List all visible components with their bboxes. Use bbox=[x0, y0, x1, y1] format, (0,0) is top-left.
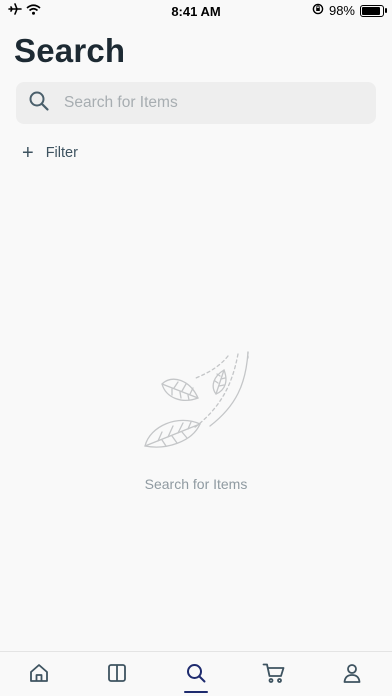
user-icon bbox=[341, 662, 363, 689]
cart-icon bbox=[262, 662, 286, 689]
tab-search[interactable] bbox=[183, 662, 209, 688]
page-title: Search bbox=[14, 32, 126, 69]
search-icon bbox=[16, 90, 50, 117]
search-icon bbox=[185, 662, 207, 689]
active-tab-indicator bbox=[184, 691, 208, 693]
status-bar: 8:41 AM 98% bbox=[0, 0, 392, 22]
search-bar[interactable] bbox=[16, 82, 376, 124]
battery-icon bbox=[360, 4, 387, 17]
battery-fill bbox=[362, 6, 380, 15]
tab-browse[interactable] bbox=[104, 662, 130, 688]
tab-bar bbox=[0, 651, 392, 696]
filter-label: Filter bbox=[45, 145, 78, 161]
filter-button[interactable]: + Filter bbox=[22, 142, 78, 164]
tab-cart[interactable] bbox=[261, 662, 287, 688]
falling-leaves-icon bbox=[140, 346, 255, 461]
status-bar-right: 98% bbox=[312, 3, 387, 18]
search-screen: 8:41 AM 98% Search + Filter bbox=[0, 0, 392, 696]
home-icon bbox=[28, 662, 50, 689]
battery-percent: 98% bbox=[328, 3, 355, 18]
tab-home[interactable] bbox=[26, 662, 52, 688]
rotation-lock-icon bbox=[312, 3, 324, 18]
search-input[interactable] bbox=[62, 93, 356, 113]
plus-icon: + bbox=[22, 142, 34, 164]
tab-account[interactable] bbox=[339, 662, 365, 688]
empty-state-message: Search for Items bbox=[144, 476, 248, 492]
book-icon bbox=[106, 662, 128, 689]
